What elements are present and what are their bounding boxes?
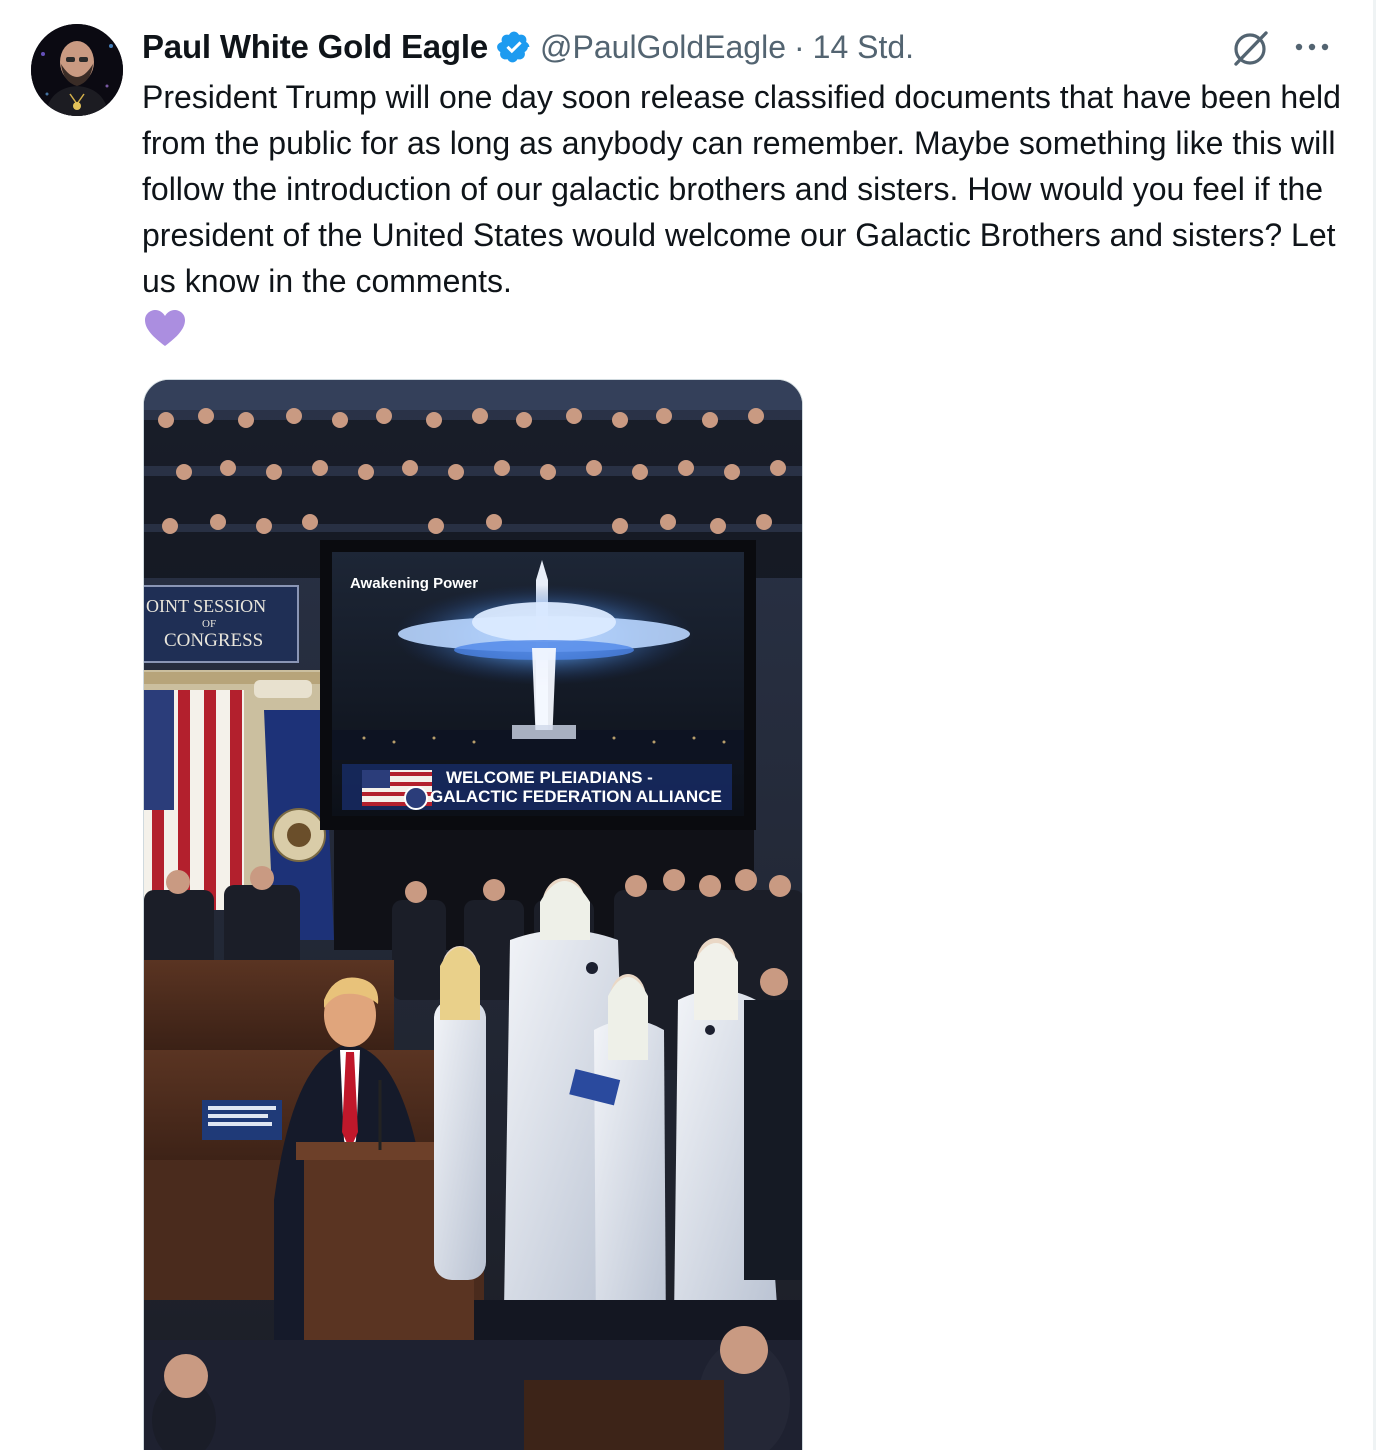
header-separator: ·	[793, 28, 805, 65]
tweet-page: Paul White Gold Eagle @PaulGoldEagle · 1…	[0, 0, 1376, 1450]
purple-heart-icon	[143, 308, 187, 348]
author-display-name[interactable]: Paul White Gold Eagle	[142, 28, 488, 66]
banner-line1: WELCOME PLEIADIANS -	[446, 768, 653, 787]
screen-caption: Awakening Power	[350, 575, 478, 592]
banner-line2: GALACTIC FEDERATION ALLIANCE	[430, 787, 722, 806]
more-options-icon[interactable]	[1293, 36, 1331, 58]
session-sign-line1: OINT SESSION	[146, 596, 266, 616]
tweet-media-image[interactable]: OINT SESSION OF CONGRESS Awakening Power…	[143, 379, 803, 1450]
tweet-body: President Trump will one day soon releas…	[142, 79, 1341, 299]
tweet-text: President Trump will one day soon releas…	[142, 74, 1342, 304]
author-avatar[interactable]	[31, 24, 123, 116]
grok-icon[interactable]	[1230, 28, 1270, 68]
author-handle[interactable]: @PaulGoldEagle	[540, 29, 786, 66]
session-sign-line3: CONGRESS	[164, 630, 263, 651]
tweet-header: Paul White Gold Eagle @PaulGoldEagle · 1…	[142, 24, 914, 70]
session-sign-line2: OF	[202, 618, 216, 630]
verified-badge-icon	[496, 29, 532, 65]
tweet-timestamp[interactable]: 14 Std.	[813, 29, 914, 66]
